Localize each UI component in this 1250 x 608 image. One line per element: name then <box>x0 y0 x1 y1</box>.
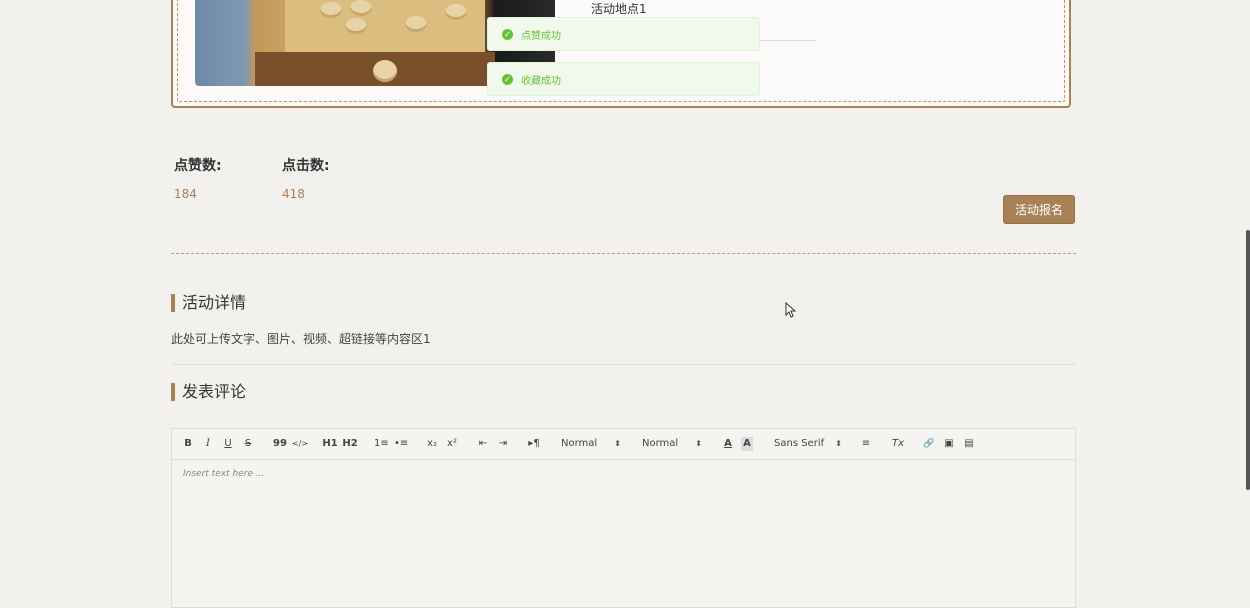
select-arrows-icon: ⬍ <box>835 439 842 448</box>
video-button[interactable]: ▤ <box>962 437 976 451</box>
toast-like-success: ✓ 点赞成功 <box>487 17 760 51</box>
toast-favorite-success: ✓ 收藏成功 <box>487 62 760 96</box>
size-select[interactable]: Normal ⬍ <box>561 437 621 451</box>
header-select[interactable]: Normal ⬍ <box>642 437 702 451</box>
background-color-button[interactable]: A <box>741 437 753 451</box>
toast-text: 收藏成功 <box>521 75 561 87</box>
blockquote-button[interactable]: 99 <box>273 437 287 451</box>
check-circle-icon: ✓ <box>502 73 513 85</box>
comment-editor: B I U S 99 </> H1 H2 1≡ •≡ x₂ x² ⇤ ⇥ ▸¶ … <box>171 428 1076 608</box>
font-select[interactable]: Sans Serif ⬍ <box>774 437 842 451</box>
chess-piece <box>320 2 342 18</box>
toast-text: 点赞成功 <box>521 30 561 42</box>
details-divider <box>171 364 1076 365</box>
clean-format-button[interactable]: Tx <box>891 437 905 451</box>
header-2-button[interactable]: H2 <box>342 437 358 451</box>
mouse-cursor-icon <box>785 302 797 318</box>
chess-piece <box>350 0 372 16</box>
comment-title: 发表评论 <box>171 383 246 401</box>
image-button[interactable]: ▣ <box>942 437 956 451</box>
select-arrows-icon: ⬍ <box>614 439 621 448</box>
editor-content-area[interactable]: Insert text here ... <box>183 469 264 479</box>
header-1-button[interactable]: H1 <box>322 437 338 451</box>
activity-location: 活动地点1 <box>591 2 647 16</box>
check-circle-icon: ✓ <box>502 28 513 40</box>
clicks-value: 418 <box>282 187 305 201</box>
chess-piece <box>373 60 397 82</box>
chess-piece <box>345 18 367 34</box>
text-direction-button[interactable]: ▸¶ <box>526 437 542 451</box>
chess-piece <box>445 4 467 20</box>
details-body: 此处可上传文字、图片、视频、超链接等内容区1 <box>171 332 431 346</box>
activity-signup-button[interactable]: 活动报名 <box>1003 195 1075 224</box>
align-button[interactable]: ≡ <box>860 437 872 451</box>
superscript-button[interactable]: x² <box>445 437 459 451</box>
page-scrollbar[interactable] <box>1246 230 1250 490</box>
font-select-value: Sans Serif <box>774 438 825 449</box>
section-divider <box>171 253 1076 254</box>
chess-piece <box>405 16 427 32</box>
editor-toolbar: B I U S 99 </> H1 H2 1≡ •≡ x₂ x² ⇤ ⇥ ▸¶ … <box>172 429 1075 460</box>
code-block-button[interactable]: </> <box>292 437 308 451</box>
size-select-value: Normal <box>561 438 598 449</box>
underline-button[interactable]: U <box>223 437 233 451</box>
select-arrows-icon: ⬍ <box>695 439 702 448</box>
strike-button[interactable]: S <box>243 437 253 451</box>
bullet-list-button[interactable]: •≡ <box>394 437 408 451</box>
outdent-button[interactable]: ⇤ <box>476 437 490 451</box>
indent-button[interactable]: ⇥ <box>496 437 510 451</box>
likes-label: 点赞数: <box>174 158 222 174</box>
bold-button[interactable]: B <box>183 437 193 451</box>
font-color-button[interactable]: A <box>722 437 734 451</box>
details-title: 活动详情 <box>171 294 246 312</box>
link-button[interactable]: 🔗 <box>922 437 936 451</box>
clicks-label: 点击数: <box>282 158 330 174</box>
subscript-button[interactable]: x₂ <box>425 437 439 451</box>
header-select-value: Normal <box>642 438 679 449</box>
ordered-list-button[interactable]: 1≡ <box>374 437 389 451</box>
likes-value: 184 <box>174 187 197 201</box>
italic-button[interactable]: I <box>203 437 213 451</box>
